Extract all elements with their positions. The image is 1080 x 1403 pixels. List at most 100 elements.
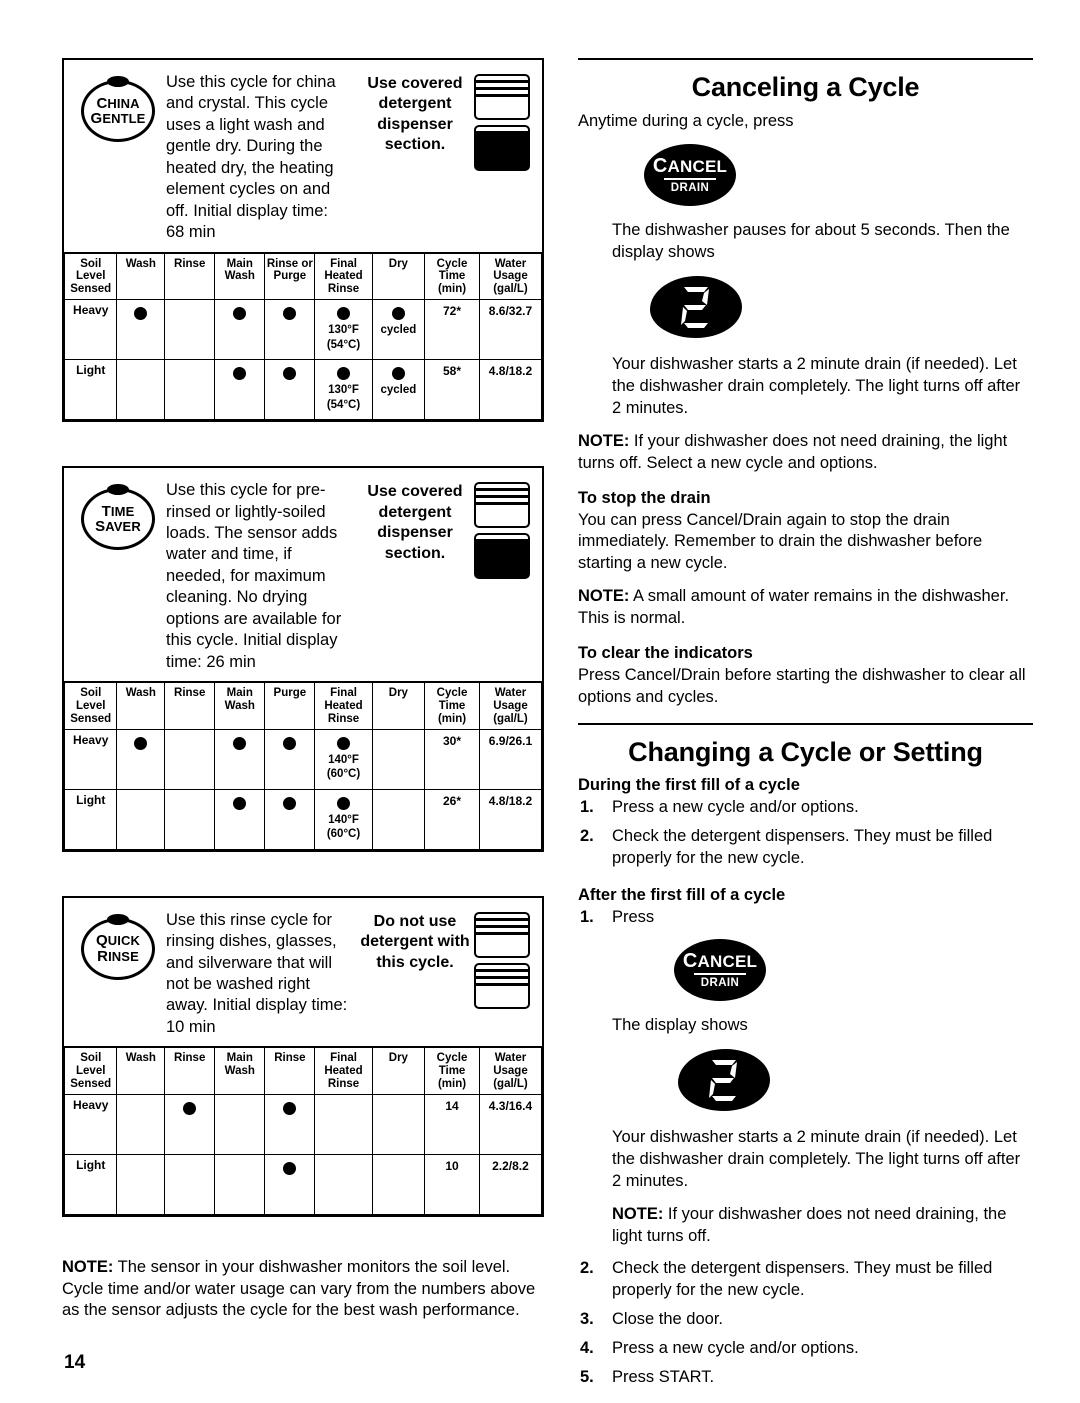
digit-two-glyph bbox=[709, 1059, 737, 1101]
cell-water-usage: 4.8/18.2 bbox=[478, 788, 543, 850]
cancel-label: CANCEL bbox=[682, 949, 758, 972]
cell-rinse bbox=[164, 1153, 216, 1215]
time-saver-badge-icon: TIME SAVER bbox=[81, 488, 155, 551]
cancel-drain-button[interactable]: CANCEL DRAIN bbox=[644, 143, 736, 206]
list-item: 4. Press a new cycle and/or options. bbox=[578, 1338, 1033, 1360]
badge-line-1: QUICK bbox=[96, 932, 140, 950]
cell-wash bbox=[116, 359, 166, 421]
step-text: Check the detergent dispensers. They mus… bbox=[612, 1259, 993, 1300]
cell-soil: Heavy bbox=[63, 728, 118, 790]
cell-water-usage: 4.8/18.2 bbox=[478, 359, 543, 421]
note-label: NOTE: bbox=[578, 587, 630, 606]
after-first-fill-steps-part2: 2. Check the detergent dispensers. They m… bbox=[578, 1258, 1033, 1389]
after-first-fill-steps-part1: 1. Press bbox=[578, 907, 1033, 929]
step-number: 4. bbox=[580, 1339, 594, 1358]
quick-rinse-badge-icon: QUICK RINSE bbox=[81, 917, 155, 980]
cell-main-wash bbox=[214, 728, 266, 790]
th-water-usage: Water Usage (gal/L) bbox=[478, 1046, 543, 1095]
th-main-wash: Main Wash bbox=[214, 1046, 266, 1095]
note-text: If your dishwasher does not need drainin… bbox=[578, 431, 1008, 472]
cancel-note-2: NOTE: A small amount of water remains in… bbox=[578, 586, 1033, 630]
cancel-note-1: NOTE: If your dishwasher does not need d… bbox=[578, 431, 1033, 475]
step-number: 2. bbox=[580, 827, 594, 845]
cell-soil: Heavy bbox=[63, 299, 118, 361]
drain-label: DRAIN bbox=[700, 976, 740, 989]
cycle-description: Use this cycle for china and crystal. Th… bbox=[166, 73, 336, 242]
dispenser-bottom-box-icon bbox=[474, 533, 530, 580]
cell-dry bbox=[371, 1093, 426, 1155]
sensor-footer-note: NOTE: The sensor in your dishwasher moni… bbox=[62, 1257, 544, 1322]
page-title-canceling-a-cycle: Canceling a Cycle bbox=[691, 72, 920, 102]
cancel-intro-text: Anytime during a cycle, press bbox=[578, 112, 794, 130]
cell-rinse bbox=[164, 728, 216, 790]
cell-wash bbox=[116, 788, 166, 850]
cell-water-usage: 2.2/8.2 bbox=[478, 1153, 543, 1215]
th-main-wash: Main Wash bbox=[214, 251, 266, 301]
badge-line-2: RINSE bbox=[97, 947, 139, 965]
table-header-row: Soil Level Sensed Wash Rinse Main Wash R… bbox=[63, 251, 543, 301]
step-number: 5. bbox=[580, 1368, 594, 1387]
cycle-description: Use this rinse cycle for rinsing dishes,… bbox=[166, 910, 348, 1036]
cell-dry bbox=[371, 728, 426, 790]
list-item: 5. Press START. bbox=[578, 1367, 1033, 1389]
th-wash: Wash bbox=[116, 681, 166, 730]
cell-wash bbox=[116, 728, 166, 790]
display-blob-wrap-1 bbox=[650, 275, 1033, 338]
button-divider bbox=[694, 972, 746, 975]
detergent-note: Use covered detergent dispenser section. bbox=[367, 483, 463, 562]
heading-to-stop-the-drain: To stop the drain bbox=[578, 488, 711, 507]
cell-cycle-time: 10 bbox=[424, 1153, 480, 1215]
cancel-pause-text: The dishwasher pauses for about 5 second… bbox=[612, 220, 1010, 261]
changing-note: NOTE: If your dishwasher does not need d… bbox=[612, 1204, 1033, 1248]
step-text: Check the detergent dispensers. They mus… bbox=[612, 827, 993, 867]
note-text: If your dishwasher does not need drainin… bbox=[612, 1204, 1007, 1245]
step-text: Press START. bbox=[612, 1368, 715, 1387]
cell-water-usage: 4.3/16.4 bbox=[478, 1093, 543, 1155]
note-label: NOTE: bbox=[62, 1257, 114, 1276]
th-final-rinse: Final Heated Rinse bbox=[314, 681, 373, 730]
cell-main-wash bbox=[214, 1153, 266, 1215]
table-row: Light 140°F (60°C) 26* 4.8/18.2 bbox=[63, 788, 543, 850]
stop-drain-text: You can press Cancel/Drain again to stop… bbox=[578, 510, 983, 573]
dispenser-diagram-icon bbox=[474, 908, 536, 1014]
th-dry: Dry bbox=[371, 251, 426, 301]
cell-rinse bbox=[164, 1093, 216, 1155]
list-item: 1. Press bbox=[578, 907, 1033, 929]
cell-main-wash bbox=[214, 359, 266, 421]
list-item: 2. Check the detergent dispensers. They m… bbox=[578, 826, 1033, 870]
note-label: NOTE: bbox=[578, 431, 630, 450]
cell-water-usage: 6.9/26.1 bbox=[478, 728, 543, 790]
cell-cycle-time: 30* bbox=[424, 728, 480, 790]
cancel-drain-button[interactable]: CANCEL DRAIN bbox=[674, 938, 766, 1001]
cell-dry: cycled bbox=[371, 299, 426, 361]
display-blob-wrap-2 bbox=[678, 1048, 1033, 1111]
final-rinse-temp: 140°F (60°C) bbox=[326, 753, 361, 781]
note-label: NOTE: bbox=[612, 1204, 664, 1223]
cycle-table: Soil Level Sensed Wash Rinse Main Wash P… bbox=[63, 681, 543, 850]
list-item: 2. Check the detergent dispensers. They m… bbox=[578, 1258, 1033, 1302]
dispenser-top-box-icon bbox=[474, 482, 530, 529]
left-column: CHINA GENTLE Use this cycle for china an… bbox=[62, 58, 544, 1322]
cell-final-rinse: 140°F (60°C) bbox=[314, 788, 373, 850]
badge-line-1: TIME bbox=[101, 502, 135, 520]
step-number: 1. bbox=[580, 798, 594, 817]
cell-rinse-purge bbox=[264, 359, 316, 421]
cancel-label: CANCEL bbox=[652, 154, 728, 177]
section-divider-middle bbox=[578, 723, 1033, 726]
cycle-badge-wrap: TIME SAVER bbox=[70, 478, 166, 551]
cycle-header: CHINA GENTLE Use this cycle for china an… bbox=[64, 60, 542, 252]
list-item: 3. Close the door. bbox=[578, 1309, 1033, 1331]
cell-dry bbox=[371, 788, 426, 850]
th-rinse: Rinse bbox=[164, 251, 216, 301]
step-number: 1. bbox=[580, 907, 594, 926]
heading-during-first-fill: During the first fill of a cycle bbox=[578, 776, 800, 795]
th-water-usage: Water Usage (gal/L) bbox=[478, 681, 543, 730]
cell-cycle-time: 26* bbox=[424, 788, 480, 850]
step-text: Press a new cycle and/or options. bbox=[612, 798, 859, 817]
table-header-row: Soil Level Sensed Wash Rinse Main Wash P… bbox=[63, 681, 543, 730]
th-soil: Soil Level Sensed bbox=[63, 681, 118, 730]
cell-dry: cycled bbox=[371, 359, 426, 421]
cycle-table: Soil Level Sensed Wash Rinse Main Wash R… bbox=[63, 251, 543, 421]
table-row: Heavy 140°F (60°C) 30* 6.9/26.1 bbox=[63, 728, 543, 790]
th-purge: Purge bbox=[264, 681, 316, 730]
